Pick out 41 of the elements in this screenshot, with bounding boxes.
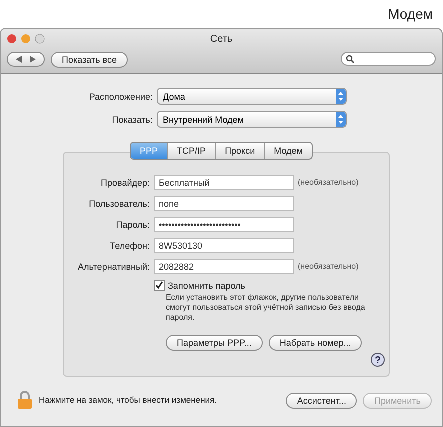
tab[interactable]: Модем — [265, 143, 312, 159]
text-field[interactable]: 8W530130 — [154, 238, 294, 253]
text-field[interactable]: 2082882 — [154, 259, 294, 274]
close-icon[interactable] — [7, 34, 17, 44]
search-field[interactable] — [341, 52, 436, 66]
popup-label: Расположение: — [88, 92, 153, 102]
show-all-button[interactable]: Показать все — [51, 52, 128, 68]
field-label: Телефон: — [109, 240, 150, 250]
window-title: Сеть — [210, 34, 233, 44]
field-label: Пользователь: — [88, 198, 150, 208]
field-label: Провайдер: — [100, 178, 150, 188]
optional-note: (необязательно) — [298, 178, 360, 187]
checkbox-label: Запомнить пароль — [168, 280, 246, 290]
lock-message: Нажмите на замок, чтобы внести изменения. — [39, 395, 217, 405]
checkbox[interactable] — [154, 280, 165, 291]
popup-menu[interactable]: Дома — [157, 88, 347, 105]
lock-icon[interactable] — [17, 390, 33, 410]
hint-text: Если установить этот флажок, другие пользователи смогут пользоваться этой учётной записью без ввода пароля. — [166, 293, 366, 323]
panel-button[interactable]: Набрать номер... — [268, 335, 362, 351]
back-forward-control[interactable] — [7, 52, 45, 66]
optional-note: (необязательно) — [298, 262, 360, 271]
search-icon — [346, 54, 355, 64]
caption: Модем — [388, 6, 433, 22]
assistant-button[interactable]: Ассистент... — [286, 393, 358, 409]
text-field[interactable]: •••••••••••••••••••••••••• — [154, 217, 294, 232]
popup-menu[interactable]: Внутренний Модем — [157, 111, 347, 128]
stepper-icon — [336, 112, 346, 127]
stepper-icon — [336, 89, 346, 104]
field-label: Альтернативный: — [77, 262, 150, 272]
text-field[interactable]: Бесплатный — [154, 175, 294, 190]
help-icon[interactable]: ? — [371, 353, 385, 367]
tab[interactable]: TCP/IP — [168, 143, 216, 159]
popup-label: Показать: — [111, 114, 153, 124]
tab[interactable]: Прокси — [216, 143, 266, 159]
back-icon[interactable] — [14, 54, 24, 64]
zoom-icon[interactable] — [35, 34, 45, 44]
field-label: Пароль: — [115, 220, 150, 230]
minimize-icon[interactable] — [21, 34, 31, 44]
forward-icon[interactable] — [28, 54, 38, 64]
panel-button[interactable]: Параметры PPP... — [166, 335, 263, 351]
text-field[interactable]: none — [154, 196, 294, 211]
